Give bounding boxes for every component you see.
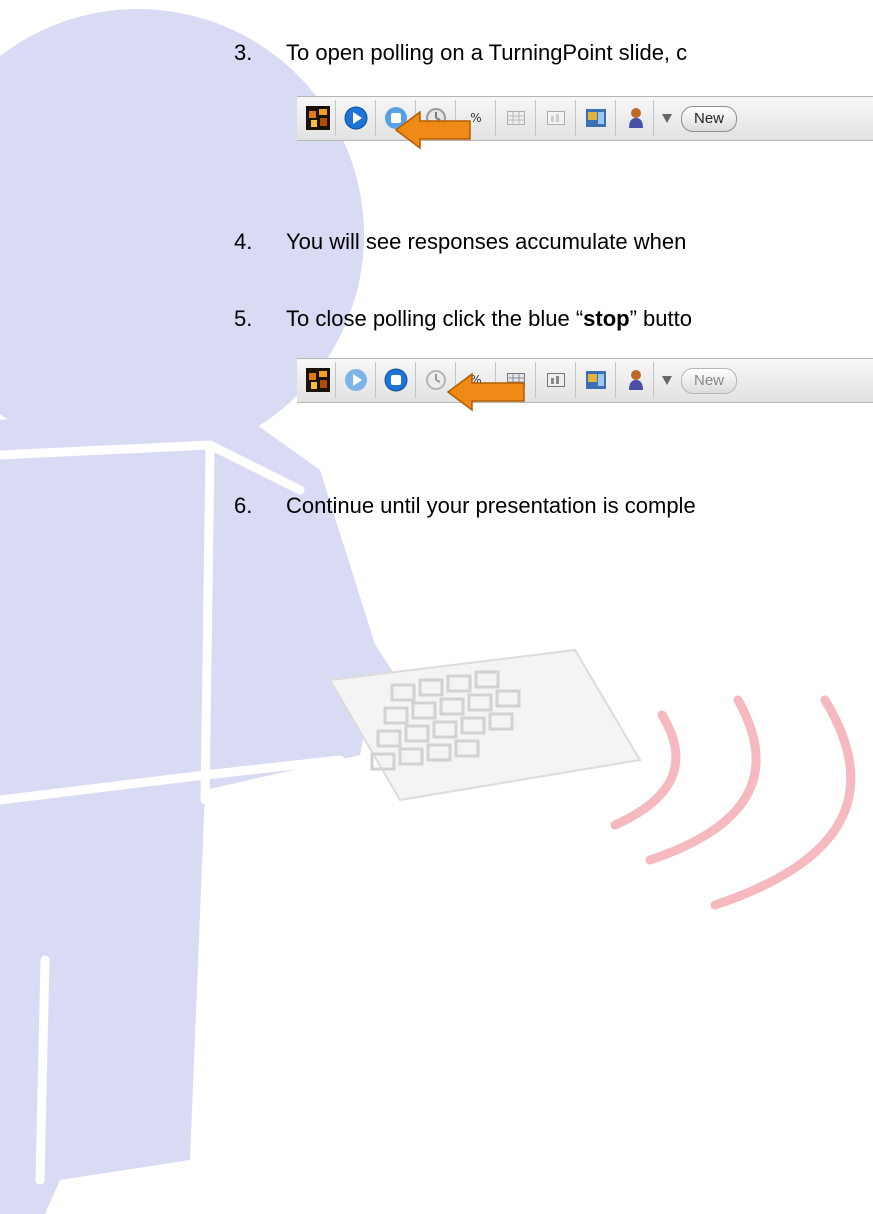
grid-icon[interactable] bbox=[501, 101, 531, 135]
start-polling-icon[interactable] bbox=[341, 363, 371, 397]
step-text-post: ” butto bbox=[629, 306, 692, 331]
turningpoint-toolbar-stop: % New bbox=[297, 358, 873, 403]
dropdown-icon[interactable] bbox=[655, 363, 679, 397]
step-text: You will see responses accumulate when bbox=[286, 229, 687, 254]
step-5: 5. To close polling click the blue “stop”… bbox=[234, 306, 692, 332]
chart-icon[interactable] bbox=[541, 363, 571, 397]
start-polling-icon[interactable] bbox=[341, 101, 371, 135]
step-3: 3. To open polling on a TurningPoint slid… bbox=[234, 40, 687, 66]
participant-icon[interactable] bbox=[621, 101, 651, 135]
step-6: 6. Continue until your presentation is co… bbox=[234, 493, 696, 519]
signal-waves bbox=[610, 695, 856, 910]
slide-icon[interactable] bbox=[581, 101, 611, 135]
step-number: 4. bbox=[234, 229, 253, 254]
step-number: 6. bbox=[234, 493, 253, 518]
step-text-bold: stop bbox=[583, 306, 630, 331]
orange-arrow bbox=[394, 110, 471, 150]
new-session-button[interactable]: New bbox=[681, 368, 738, 394]
step-text: To open polling on a TurningPoint slide,… bbox=[286, 40, 688, 65]
step-number: 5. bbox=[234, 306, 253, 331]
step-text: Continue until your presentation is comp… bbox=[286, 493, 696, 518]
turningpoint-toolbar-start: % New bbox=[297, 96, 873, 141]
stop-polling-icon[interactable] bbox=[381, 363, 411, 397]
step-text-pre: To close polling click the blue “ bbox=[286, 306, 584, 331]
dropdown-icon[interactable] bbox=[655, 101, 679, 135]
slide-icon[interactable] bbox=[581, 363, 611, 397]
new-session-button[interactable]: New bbox=[681, 106, 738, 132]
chart-icon[interactable] bbox=[541, 101, 571, 135]
background-illustration bbox=[0, 9, 856, 1214]
turningpoint-logo-icon[interactable] bbox=[303, 363, 333, 397]
turningpoint-logo-icon[interactable] bbox=[303, 101, 333, 135]
orange-arrow bbox=[446, 372, 525, 412]
step-number: 3. bbox=[234, 40, 253, 65]
step-4: 4. You will see responses accumulate when bbox=[234, 229, 686, 255]
participant-icon[interactable] bbox=[621, 363, 651, 397]
